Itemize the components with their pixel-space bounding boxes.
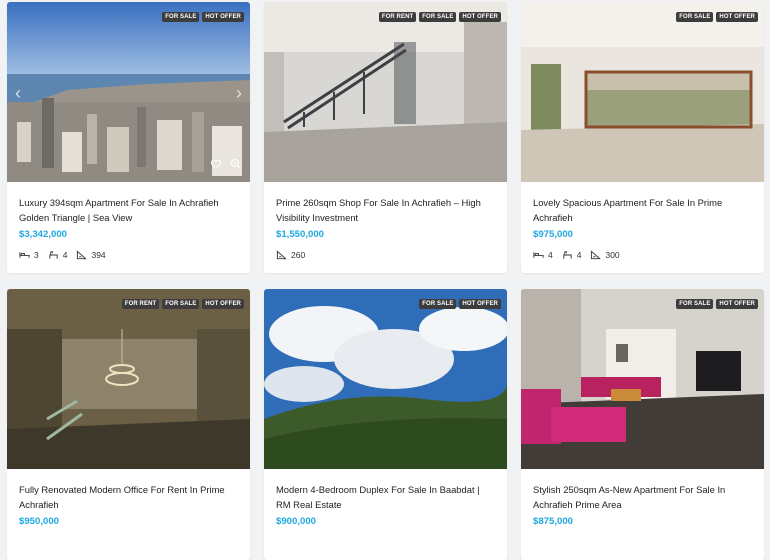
area-value: 300: [605, 250, 620, 260]
prev-photo-icon[interactable]: ‹: [15, 84, 21, 102]
beds-spec: 3: [19, 250, 39, 260]
badge-list: FOR SALE HOT OFFER: [676, 12, 758, 22]
beds-spec: 4: [533, 250, 553, 260]
office-interior-photo: [7, 289, 250, 469]
city-sea-view-photo: [7, 2, 250, 182]
area-value: 394: [91, 250, 106, 260]
listing-price: $3,342,000: [19, 229, 68, 240]
listing-title[interactable]: Luxury 394sqm Apartment For Sale In Achr…: [19, 195, 238, 225]
status-badge: HOT OFFER: [459, 299, 501, 309]
listing-price: $1,550,000: [276, 229, 325, 240]
area-icon: [276, 250, 287, 260]
status-badge: FOR SALE: [419, 299, 457, 309]
badge-list: FOR SALE HOT OFFER: [419, 299, 501, 309]
listing-photo[interactable]: FOR RENT FOR SALE HOT OFFER: [264, 2, 507, 182]
status-badge: HOT OFFER: [202, 299, 244, 309]
status-badge: FOR RENT: [378, 12, 417, 22]
baths-spec: 4: [562, 250, 582, 260]
listings-grid: ‹ › FOR SALE HOT OFFER Luxury 394sqm Apa…: [7, 2, 764, 560]
listing-title[interactable]: Fully Renovated Modern Office For Rent I…: [19, 482, 238, 512]
status-badge: FOR SALE: [162, 12, 200, 22]
listing-price: $975,000: [533, 229, 574, 240]
zoom-icon[interactable]: [230, 158, 242, 170]
area-spec: 300: [590, 250, 620, 260]
living-room-photo: [521, 289, 764, 469]
bath-icon: [563, 251, 572, 259]
baths-spec: 4: [48, 250, 68, 260]
listing-photo[interactable]: FOR SALE HOT OFFER: [264, 289, 507, 469]
badge-list: FOR SALE HOT OFFER: [162, 12, 244, 22]
area-icon: [77, 250, 88, 260]
heart-icon[interactable]: [210, 158, 222, 170]
status-badge: FOR RENT: [121, 299, 160, 309]
listing-card[interactable]: FOR RENT FOR SALE HOT OFFER Prime 260sqm…: [264, 2, 507, 273]
status-badge: HOT OFFER: [202, 12, 244, 22]
listing-card[interactable]: FOR SALE HOT OFFER Lovely Spacious Apart…: [521, 2, 764, 273]
baths-count: 4: [576, 250, 582, 260]
listing-specs: 260: [276, 250, 495, 260]
apartment-interior-photo: [521, 2, 764, 182]
listing-card[interactable]: FOR SALE HOT OFFER Stylish 250sqm As-New…: [521, 289, 764, 560]
status-badge: HOT OFFER: [459, 12, 501, 22]
shop-interior-photo: [264, 2, 507, 182]
area-spec: 394: [76, 250, 106, 260]
listing-title[interactable]: Lovely Spacious Apartment For Sale In Pr…: [533, 195, 752, 225]
area-value: 260: [291, 250, 306, 260]
listing-specs: 4 4 300: [533, 250, 752, 260]
listing-photo[interactable]: FOR SALE HOT OFFER: [521, 289, 764, 469]
photo-actions: [210, 158, 242, 170]
listing-photo[interactable]: FOR SALE HOT OFFER: [521, 2, 764, 182]
status-badge: FOR SALE: [676, 299, 714, 309]
status-badge: HOT OFFER: [716, 299, 758, 309]
listing-card[interactable]: FOR SALE HOT OFFER Modern 4-Bedroom Dupl…: [264, 289, 507, 560]
baths-count: 4: [62, 250, 68, 260]
listing-photo[interactable]: ‹ › FOR SALE HOT OFFER: [7, 2, 250, 182]
area-spec: 260: [276, 250, 305, 260]
listing-title[interactable]: Prime 260sqm Shop For Sale In Achrafieh …: [276, 195, 495, 225]
listing-card[interactable]: ‹ › FOR SALE HOT OFFER Luxury 394sqm Apa…: [7, 2, 250, 273]
bed-icon: [533, 252, 544, 258]
mountain-view-photo: [264, 289, 507, 469]
status-badge: FOR SALE: [676, 12, 714, 22]
listing-price: $900,000: [276, 516, 317, 527]
bed-icon: [19, 252, 30, 258]
badge-list: FOR SALE HOT OFFER: [676, 299, 758, 309]
badge-list: FOR RENT FOR SALE HOT OFFER: [121, 299, 244, 309]
listing-title[interactable]: Modern 4-Bedroom Duplex For Sale In Baab…: [276, 482, 495, 512]
listing-title[interactable]: Stylish 250sqm As-New Apartment For Sale…: [533, 482, 752, 512]
beds-count: 3: [34, 250, 39, 260]
status-badge: FOR SALE: [419, 12, 457, 22]
listing-card[interactable]: FOR RENT FOR SALE HOT OFFER Fully Renova…: [7, 289, 250, 560]
area-icon: [591, 250, 602, 260]
listing-specs: 3 4 394: [19, 250, 238, 260]
listing-photo[interactable]: FOR RENT FOR SALE HOT OFFER: [7, 289, 250, 469]
listing-price: $875,000: [533, 516, 574, 527]
beds-count: 4: [548, 250, 553, 260]
next-photo-icon[interactable]: ›: [236, 84, 242, 102]
bath-icon: [49, 251, 58, 259]
badge-list: FOR RENT FOR SALE HOT OFFER: [378, 12, 501, 22]
status-badge: FOR SALE: [162, 299, 200, 309]
listing-price: $950,000: [19, 516, 60, 527]
status-badge: HOT OFFER: [716, 12, 758, 22]
